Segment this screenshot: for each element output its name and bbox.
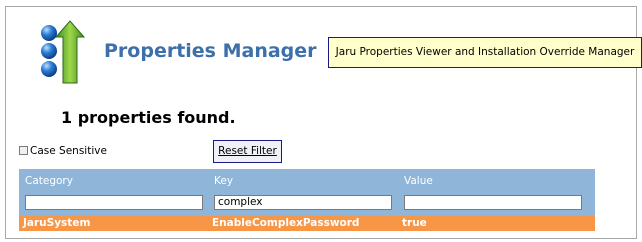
column-header-category[interactable]: Category xyxy=(25,175,73,187)
case-sensitive-option[interactable]: Case Sensitive xyxy=(19,145,107,157)
row-category-cell: JaruSystem xyxy=(23,217,91,229)
properties-grid: Category Key Value complex JaruSystem En… xyxy=(19,169,595,231)
case-sensitive-label: Case Sensitive xyxy=(30,145,107,157)
page-frame: Properties Manager Jaru Properties Viewe… xyxy=(5,6,642,239)
case-sensitive-checkbox[interactable] xyxy=(19,146,28,155)
reset-filter-button[interactable]: Reset Filter xyxy=(213,140,282,163)
app-title: Properties Manager xyxy=(104,40,317,62)
column-header-value[interactable]: Value xyxy=(404,175,433,187)
key-filter-input[interactable]: complex xyxy=(214,195,392,210)
value-filter-input[interactable] xyxy=(404,195,582,210)
info-banner: Jaru Properties Viewer and Installation … xyxy=(328,37,642,68)
table-row[interactable]: JaruSystem EnableComplexPassword true xyxy=(19,216,595,231)
row-key-cell: EnableComplexPassword xyxy=(212,217,360,229)
column-header-key[interactable]: Key xyxy=(214,175,233,187)
app-logo xyxy=(41,20,85,84)
results-summary: 1 properties found. xyxy=(61,108,236,127)
category-filter-input[interactable] xyxy=(25,195,203,210)
row-value-cell: true xyxy=(402,217,427,229)
